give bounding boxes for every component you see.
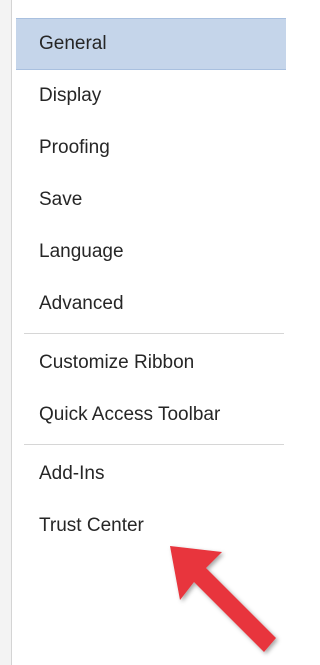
nav-item-general[interactable]: General: [16, 18, 286, 70]
options-nav-panel: General Display Proofing Save Language A…: [16, 18, 286, 665]
nav-item-proofing[interactable]: Proofing: [16, 122, 286, 174]
nav-separator: [24, 444, 284, 445]
nav-item-customize-ribbon[interactable]: Customize Ribbon: [16, 337, 286, 389]
nav-item-advanced[interactable]: Advanced: [16, 278, 286, 330]
nav-item-quick-access-toolbar[interactable]: Quick Access Toolbar: [16, 389, 286, 441]
nav-item-add-ins[interactable]: Add-Ins: [16, 448, 286, 500]
nav-item-display[interactable]: Display: [16, 70, 286, 122]
nav-item-trust-center[interactable]: Trust Center: [16, 500, 286, 552]
nav-item-save[interactable]: Save: [16, 174, 286, 226]
nav-separator: [24, 333, 284, 334]
window-left-border: [0, 0, 12, 665]
nav-item-language[interactable]: Language: [16, 226, 286, 278]
options-window: General Display Proofing Save Language A…: [0, 0, 286, 665]
